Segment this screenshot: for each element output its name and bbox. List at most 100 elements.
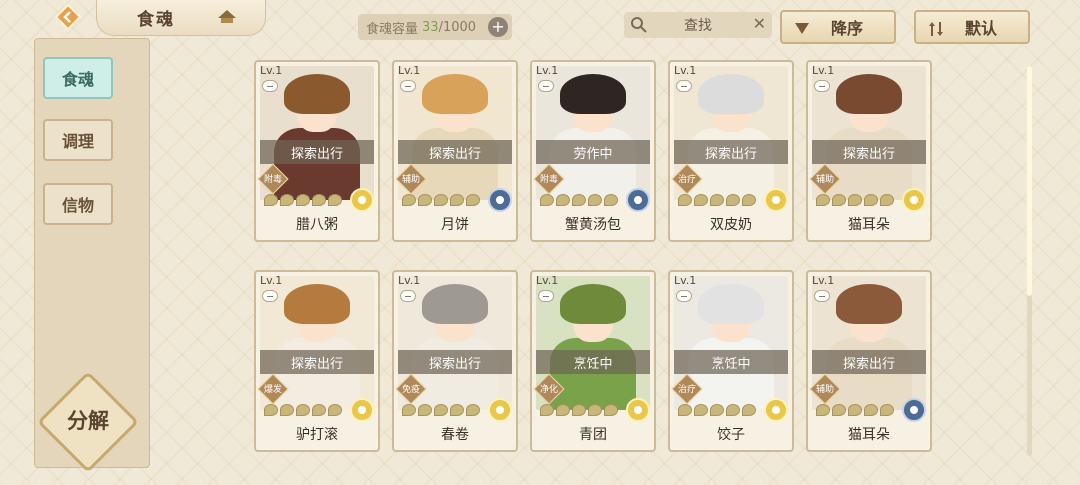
card-role: 爆发 <box>263 385 282 395</box>
food-soul-card[interactable]: Lv.1 探索出行 免疫 春卷 <box>392 270 518 452</box>
star-icon <box>540 404 554 416</box>
star-icon <box>280 194 294 206</box>
card-name: 蟹黄汤包 <box>565 217 621 233</box>
capacity-current: 33 <box>422 19 439 35</box>
sort-mode-button[interactable]: 默认 <box>914 10 1030 44</box>
card-status: 探索出行 <box>260 350 374 374</box>
decompose-label: 分解 <box>67 409 109 433</box>
sidebar-item-label: 食魂 <box>61 70 94 89</box>
card-role: 治疗 <box>677 175 696 185</box>
star-icon <box>312 404 326 416</box>
star-rating <box>540 194 618 206</box>
character-hair <box>698 284 764 324</box>
star-rating <box>540 404 618 416</box>
star-icon <box>280 404 294 416</box>
card-status: 探索出行 <box>812 350 926 374</box>
food-soul-card[interactable]: Lv.1 探索出行 辅助 月饼 <box>392 60 518 242</box>
lock-toggle-icon[interactable] <box>400 290 416 302</box>
sort-order-button[interactable]: 降序 <box>780 10 896 44</box>
card-status: 探索出行 <box>674 140 788 164</box>
card-name: 春卷 <box>441 427 469 443</box>
star-icon <box>588 404 602 416</box>
food-soul-card[interactable]: Lv.1 探索出行 附毒 腊八粥 <box>254 60 380 242</box>
card-role: 辅助 <box>815 385 834 395</box>
card-name: 驴打滚 <box>296 427 338 443</box>
lock-toggle-icon[interactable] <box>814 80 830 92</box>
star-icon <box>402 404 416 416</box>
star-icon <box>848 194 862 206</box>
card-role: 净化 <box>539 385 558 395</box>
food-soul-card[interactable]: Lv.1 烹饪中 治疗 饺子 <box>668 270 794 452</box>
star-icon <box>742 194 756 206</box>
lock-toggle-icon[interactable] <box>400 80 416 92</box>
card-level: Lv.1 <box>536 274 559 287</box>
character-hair <box>698 74 764 114</box>
character-hair <box>836 74 902 114</box>
star-icon <box>816 404 830 416</box>
lock-toggle-icon[interactable] <box>262 290 278 302</box>
food-soul-card[interactable]: Lv.1 探索出行辅助猫耳朵 <box>806 270 932 452</box>
search-input[interactable]: 查找 ✕ <box>624 12 772 38</box>
capacity-display: 食魂容量 33 /1000 + <box>358 14 512 40</box>
card-role: 辅助 <box>401 175 420 185</box>
sidebar-item-foodsoul[interactable]: 食魂 <box>43 57 113 99</box>
character-body <box>550 338 636 410</box>
lock-toggle-icon[interactable] <box>538 290 554 302</box>
lock-toggle-icon[interactable] <box>814 290 830 302</box>
card-status: 探索出行 <box>398 350 512 374</box>
add-capacity-button[interactable]: + <box>488 17 508 37</box>
star-icon <box>418 404 432 416</box>
card-status: 劳作中 <box>536 140 650 164</box>
star-icon <box>864 404 878 416</box>
character-body <box>274 128 360 200</box>
food-soul-card[interactable]: Lv.1 烹饪中 净化 青团 <box>530 270 656 452</box>
sidebar-item-cooking[interactable]: 调理 <box>43 119 113 161</box>
scrollbar-thumb[interactable] <box>1027 66 1032 296</box>
scrollbar[interactable] <box>1027 66 1032 456</box>
lock-toggle-icon[interactable] <box>538 80 554 92</box>
element-icon <box>488 188 512 212</box>
star-rating <box>264 404 342 416</box>
card-status: 烹饪中 <box>674 350 788 374</box>
food-soul-card[interactable]: Lv.1 劳作中 附毒 蟹黄汤包 <box>530 60 656 242</box>
card-name: 猫耳朵 <box>848 217 890 233</box>
star-icon <box>450 404 464 416</box>
star-icon <box>678 404 692 416</box>
star-icon <box>832 194 846 206</box>
lock-toggle-icon[interactable] <box>676 80 692 92</box>
star-icon <box>572 404 586 416</box>
food-soul-card[interactable]: Lv.1 探索出行 辅助 猫耳朵 <box>806 60 932 242</box>
lock-toggle-icon[interactable] <box>262 80 278 92</box>
lock-toggle-icon[interactable] <box>676 290 692 302</box>
star-icon <box>588 194 602 206</box>
card-role: 辅助 <box>815 175 834 185</box>
star-icon <box>572 194 586 206</box>
clear-search-icon[interactable]: ✕ <box>753 14 766 33</box>
character-hair <box>836 284 902 324</box>
sidebar-item-token[interactable]: 信物 <box>43 183 113 225</box>
star-icon <box>678 194 692 206</box>
card-status: 探索出行 <box>812 140 926 164</box>
character-hair <box>422 74 488 114</box>
triangle-down-icon <box>795 23 809 34</box>
element-icon <box>488 398 512 422</box>
back-button[interactable] <box>40 2 96 32</box>
star-rating <box>816 404 894 416</box>
character-body <box>826 338 912 410</box>
character-body <box>412 338 498 410</box>
element-icon <box>764 188 788 212</box>
food-soul-card[interactable]: Lv.1 探索出行爆发驴打滚 <box>254 270 380 452</box>
card-level: Lv.1 <box>812 274 835 287</box>
card-status: 探索出行 <box>398 140 512 164</box>
star-rating <box>678 194 756 206</box>
star-icon <box>296 404 310 416</box>
card-level: Lv.1 <box>260 274 283 287</box>
card-name: 饺子 <box>717 427 745 443</box>
card-role: 免疫 <box>401 385 420 395</box>
food-soul-card[interactable]: Lv.1 探索出行 治疗 双皮奶 <box>668 60 794 242</box>
back-arrow-icon <box>54 3 82 31</box>
character-body <box>826 128 912 200</box>
star-icon <box>264 404 278 416</box>
star-icon <box>848 404 862 416</box>
card-name: 猫耳朵 <box>848 427 890 443</box>
